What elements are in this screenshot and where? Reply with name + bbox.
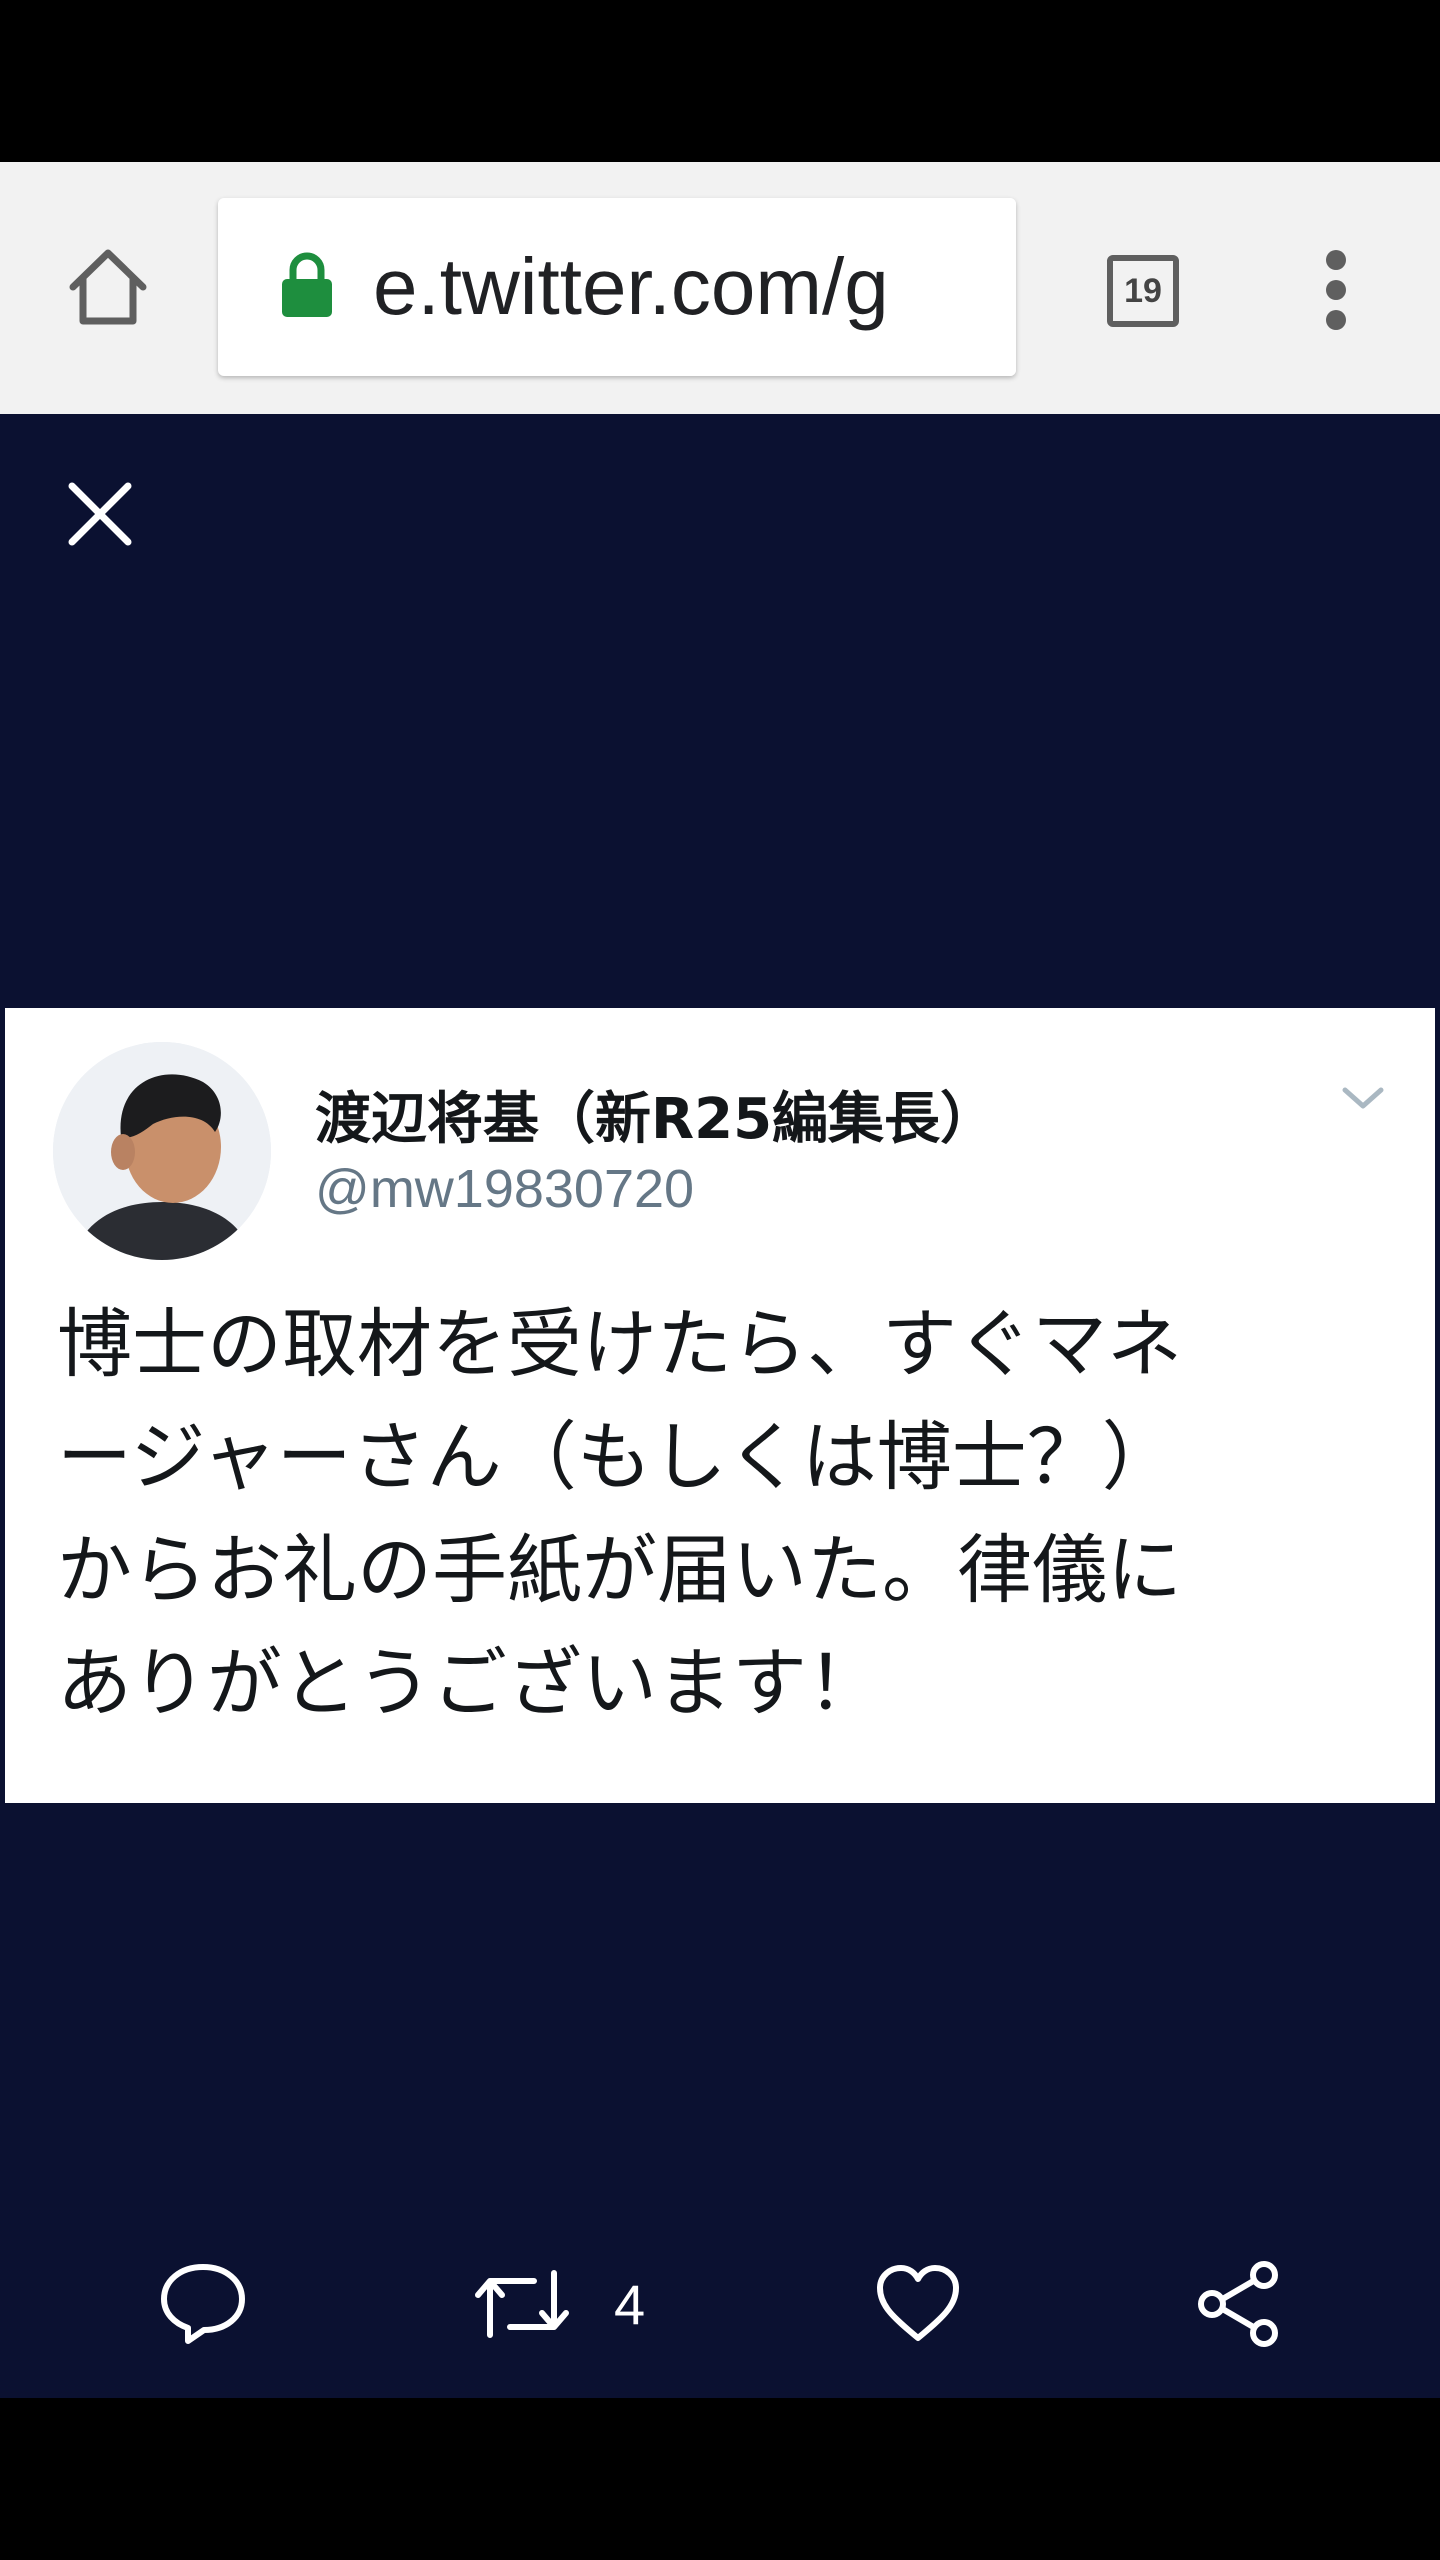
media-viewer: 渡辺将基（新R25編集長） @mw19830720 博士の取材を受けたら、すぐマ…: [0, 414, 1440, 2398]
reply-button[interactable]: [158, 2224, 248, 2384]
reply-icon: [161, 2264, 245, 2344]
tweet-text-line: ありがとうございます！: [57, 1639, 883, 1727]
retweet-count: 4: [614, 2272, 646, 2336]
retweet-icon: [475, 2270, 569, 2338]
tab-switcher-button[interactable]: 19: [1100, 248, 1186, 334]
tweet-text-line: からお礼の手紙が届いた。律儀に: [57, 1526, 1183, 1614]
tab-count: 19: [1124, 271, 1162, 310]
retweet-button[interactable]: 4: [470, 2224, 645, 2384]
tweet-text-line: ージャーさん（もしくは博士？）: [57, 1413, 1177, 1501]
screen: e.twitter.com/g 19 渡辺将基（新R25編集長） @mw1983…: [0, 0, 1440, 2560]
home-icon: [69, 249, 147, 325]
tweet-actions: 4: [0, 2224, 1440, 2384]
display-name[interactable]: 渡辺将基（新R25編集長）: [315, 1074, 996, 1155]
lock-icon: [282, 252, 332, 317]
overflow-menu-button[interactable]: [1306, 240, 1366, 340]
close-button[interactable]: [60, 474, 140, 554]
tab-switcher-icon: 19: [1107, 255, 1179, 327]
home-button[interactable]: [60, 240, 156, 336]
tweet-text-line: 博士の取材を受けたら、すぐマネ: [57, 1300, 1183, 1388]
tweet-image[interactable]: 渡辺将基（新R25編集長） @mw19830720 博士の取材を受けたら、すぐマ…: [5, 1008, 1435, 1803]
browser-toolbar: e.twitter.com/g 19: [0, 162, 1440, 416]
url-text: e.twitter.com/g: [373, 242, 889, 331]
menu-dot: [1326, 250, 1346, 270]
chevron-down-icon: [1342, 1087, 1384, 1109]
share-button[interactable]: [1194, 2224, 1284, 2384]
menu-dot: [1326, 310, 1346, 330]
avatar[interactable]: [53, 1042, 271, 1260]
menu-dot: [1326, 280, 1346, 300]
url-fade: [956, 198, 1016, 376]
user-handle[interactable]: @mw19830720: [315, 1158, 694, 1220]
tweet-menu-button[interactable]: [1335, 1078, 1391, 1118]
status-bar: [0, 0, 1440, 162]
close-icon: [68, 482, 132, 546]
tweet-text: 博士の取材を受けたら、すぐマネ ージャーさん（もしくは博士？） からお礼の手紙が…: [57, 1288, 1397, 1740]
share-icon: [1198, 2261, 1278, 2347]
like-button[interactable]: [874, 2224, 962, 2384]
heart-icon: [877, 2265, 959, 2341]
navigation-bar: [0, 2398, 1440, 2560]
avatar-portrait: [53, 1042, 271, 1260]
address-bar[interactable]: e.twitter.com/g: [218, 198, 1016, 376]
